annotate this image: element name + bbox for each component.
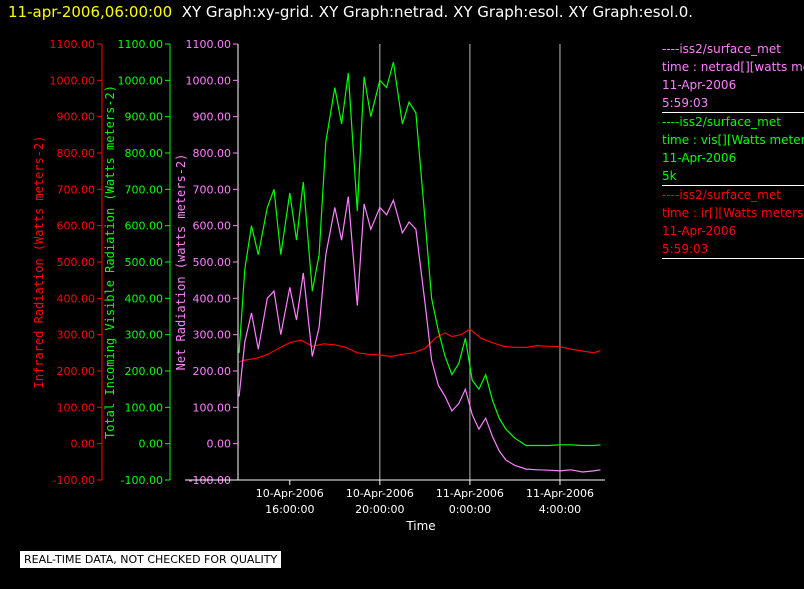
x-tick-label: 11-Apr-2006 [436,487,504,500]
x-tick-label: 20:00:00 [355,503,404,516]
legend-line: ----iss2/surface_met [662,115,781,129]
y-tick-label: 500.00 [193,256,232,269]
x-tick-label: 11-Apr-2006 [526,487,594,500]
x-tick-label: 16:00:00 [265,503,314,516]
y-tick-label: 100.00 [57,401,96,414]
legend-line: ----iss2/surface_met [662,188,781,202]
y-tick-label: 0.00 [207,438,232,451]
x-axis-label: Time [405,519,435,533]
y-tick-label: 1100.00 [50,38,96,51]
y-tick-label: 800.00 [57,147,96,160]
x-tick-label: 10-Apr-2006 [256,487,324,500]
legend-line: 11-Apr-2006 [662,151,737,165]
legend-line: 11-Apr-2006 [662,78,737,92]
legend-entry: ----iss2/surface_mettime : netrad[][watt… [662,40,804,113]
y-tick-label: 900.00 [57,111,96,124]
legend: ----iss2/surface_mettime : netrad[][watt… [662,40,804,259]
y-tick-label: 1000.00 [118,74,164,87]
y-tick-label: 1000.00 [50,74,96,87]
y-tick-label: 400.00 [193,292,232,305]
y-tick-label: 0.00 [71,438,96,451]
series-net-line [238,196,601,473]
y-tick-label: 200.00 [193,365,232,378]
y-tick-label: 900.00 [193,111,232,124]
y-tick-label: 100.00 [193,401,232,414]
y-tick-label: 200.00 [57,365,96,378]
y-axis-label: Total Incoming Visible Radiation (Watts … [103,85,117,439]
y-tick-label: 800.00 [193,147,232,160]
legend-line: time : ir[][Watts meters [662,206,804,220]
y-tick-label: 400.00 [125,292,164,305]
legend-line: 5k [662,169,677,183]
legend-line: 11-Apr-2006 [662,224,737,238]
series-ir-line [238,328,601,363]
y-tick-label: 700.00 [125,183,164,196]
y-tick-label: 600.00 [193,220,232,233]
y-tick-label: 300.00 [57,329,96,342]
y-tick-label: 100.00 [125,401,164,414]
legend-line: 5:59:03 [662,96,709,110]
y-tick-label: 1100.00 [186,38,232,51]
x-tick-label: 4:00:00 [539,503,581,516]
y-tick-label: 700.00 [193,183,232,196]
x-tick-label: 0:00:00 [449,503,491,516]
y-axis-label: Net Radiation (watts meters-2) [174,154,188,371]
y-tick-label: 300.00 [193,329,232,342]
y-tick-label: 300.00 [125,329,164,342]
y-tick-label: 0.00 [139,438,164,451]
legend-entry: ----iss2/surface_mettime : vis[][Watts m… [662,113,804,186]
y-tick-label: 900.00 [125,111,164,124]
y-tick-label: 600.00 [57,220,96,233]
y-tick-label: 1100.00 [118,38,164,51]
series-vis-line [238,62,601,447]
legend-line: time : vis[][Watts meter [662,133,804,147]
y-tick-label: 600.00 [125,220,164,233]
y-tick-label: -100.00 [121,474,163,487]
legend-line: 5:59:03 [662,242,709,256]
x-tick-label: 10-Apr-2006 [346,487,414,500]
legend-line: ----iss2/surface_met [662,42,781,56]
y-tick-label: 500.00 [125,256,164,269]
y-tick-label: 400.00 [57,292,96,305]
y-axis-label: Infrared Radiation (Watts meters-2) [32,136,46,389]
y-tick-label: 1000.00 [186,74,232,87]
y-tick-label: 800.00 [125,147,164,160]
y-tick-label: 200.00 [125,365,164,378]
y-tick-label: -100.00 [53,474,95,487]
legend-entry: ----iss2/surface_mettime : ir[][Watts me… [662,186,804,259]
legend-line: time : netrad[][watts me [662,60,804,74]
y-tick-label: 700.00 [57,183,96,196]
quality-notice: REAL-TIME DATA, NOT CHECKED FOR QUALITY [20,551,282,568]
y-tick-label: 500.00 [57,256,96,269]
